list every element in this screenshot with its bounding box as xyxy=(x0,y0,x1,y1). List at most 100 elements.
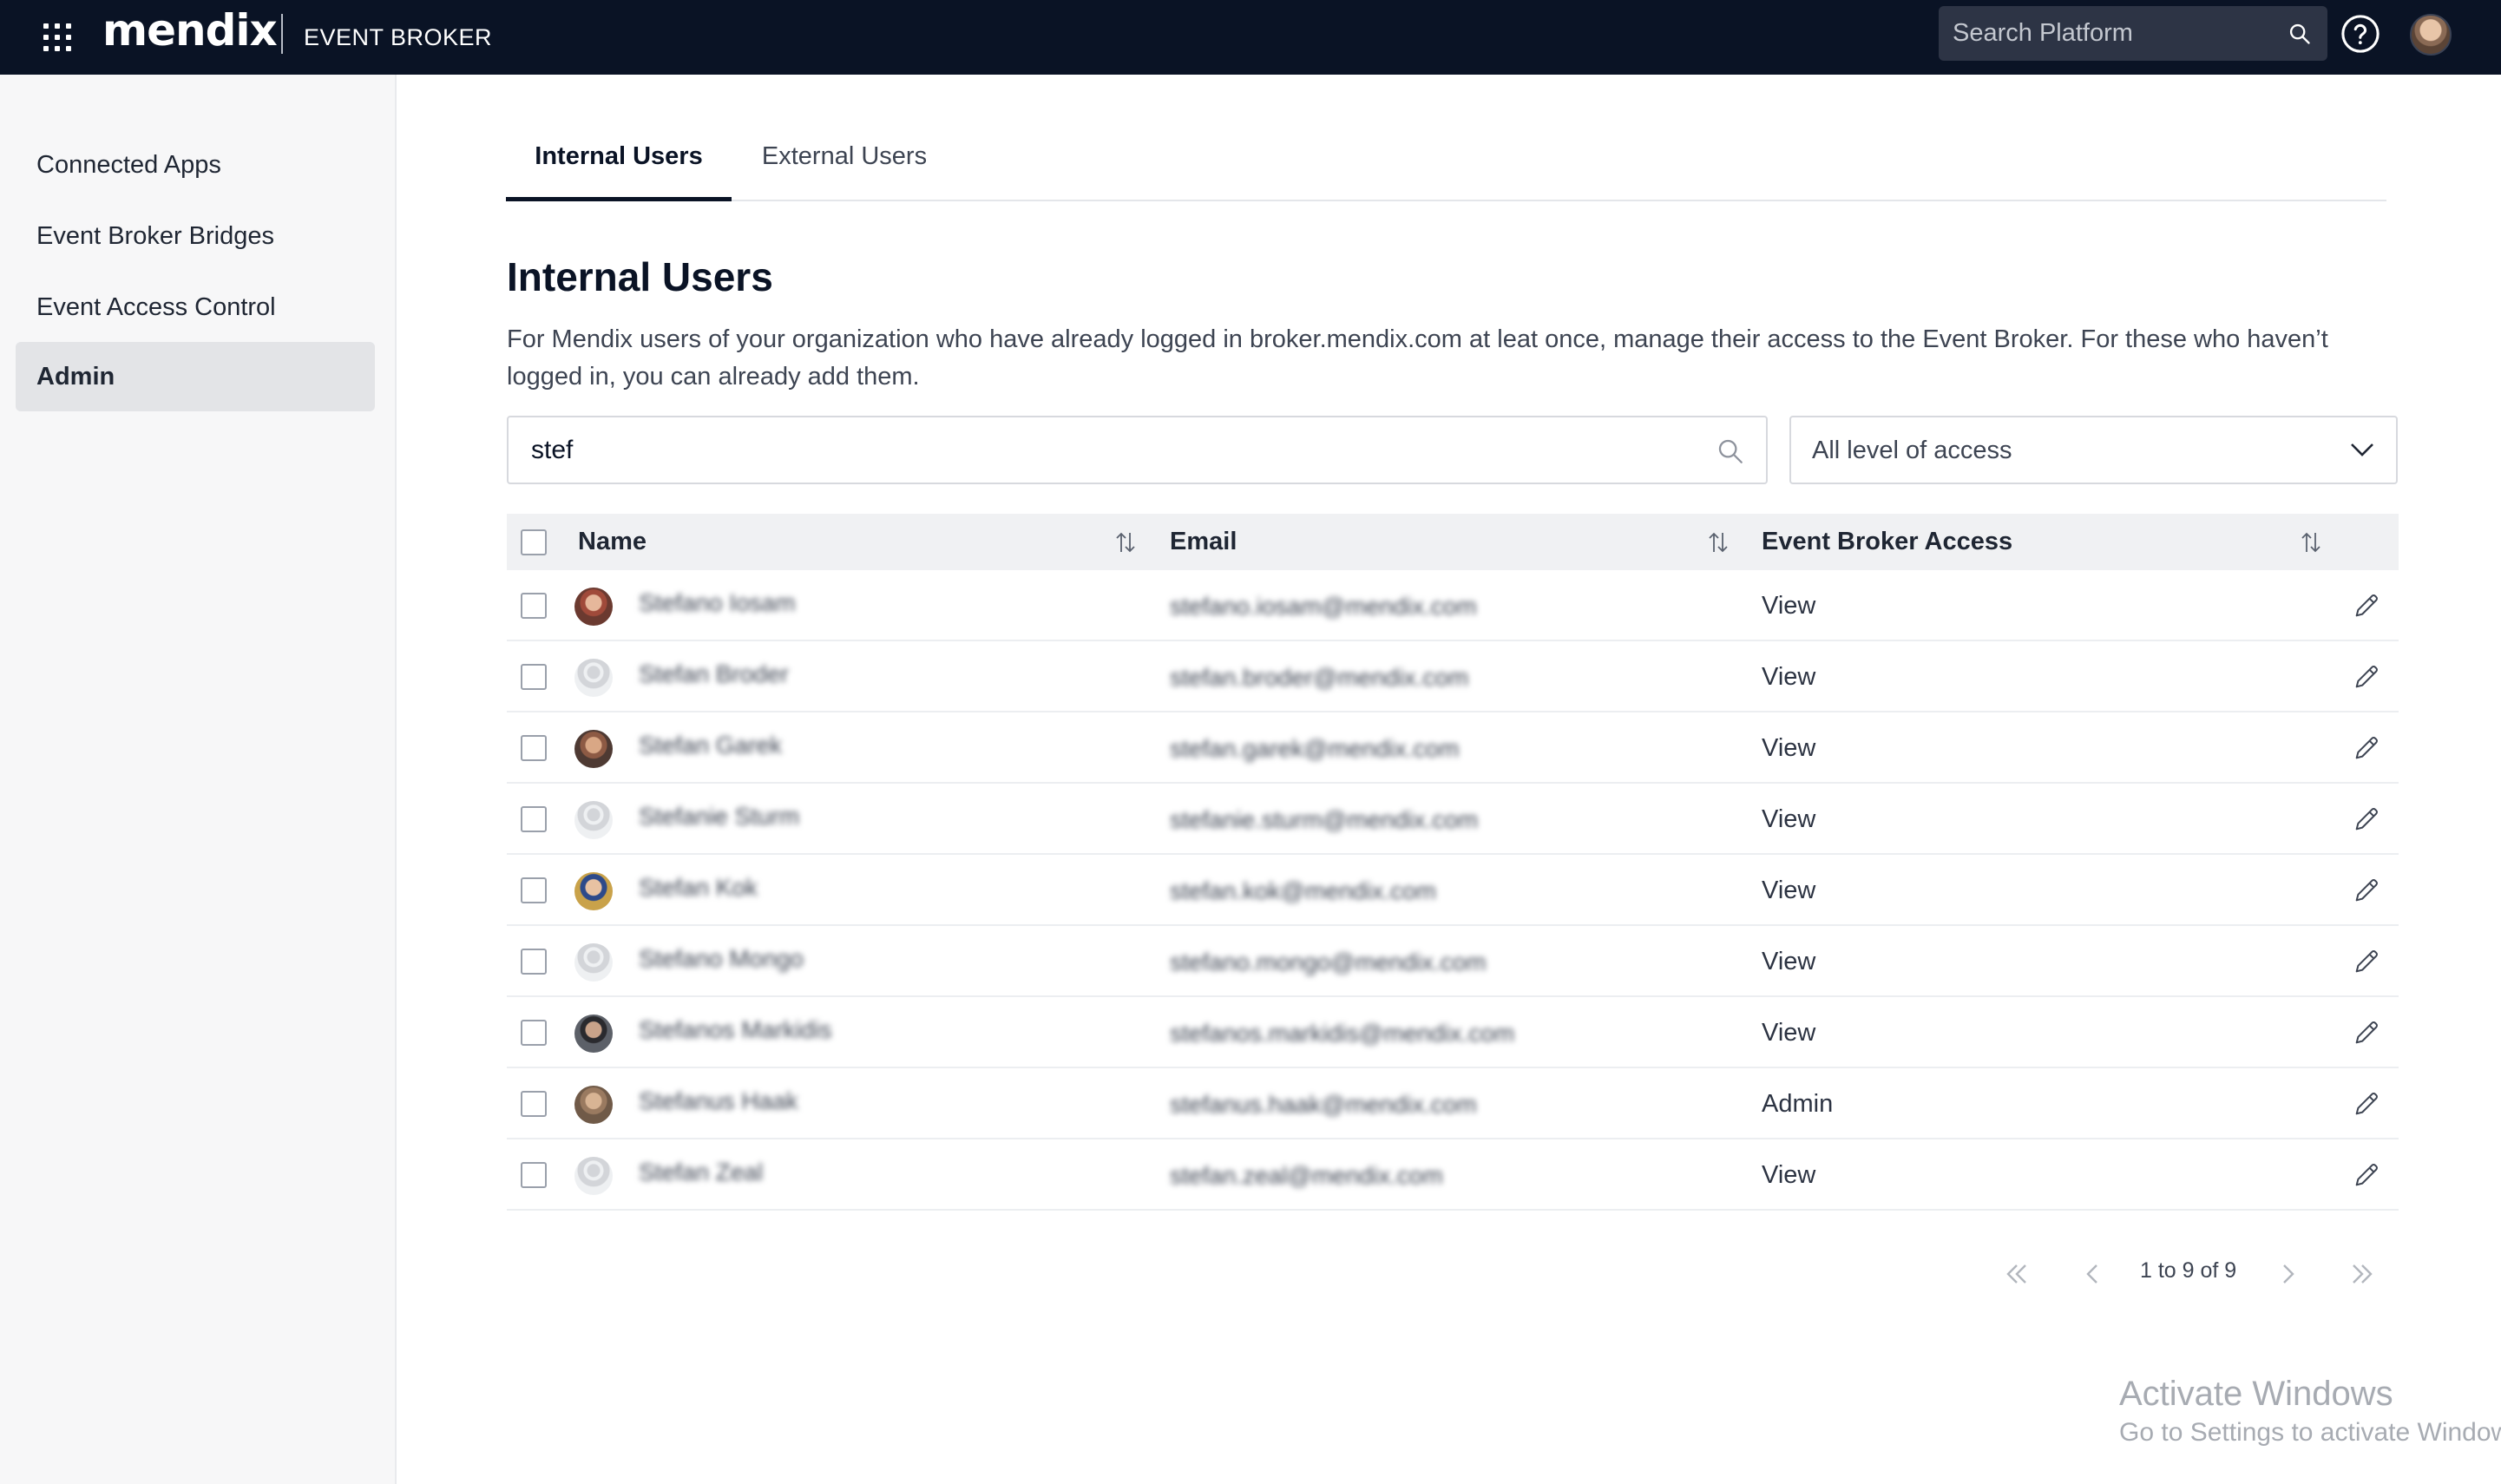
first-page-icon[interactable] xyxy=(1998,1255,2036,1293)
user-email: stefanos.markidis@mendix.com xyxy=(1170,1020,1515,1047)
sidebar-item-event-access-control[interactable]: Event Access Control xyxy=(16,273,375,342)
activation-watermark-subtitle: Go to Settings to activate Windows. xyxy=(2119,1418,2501,1447)
activation-watermark-title: Activate Windows xyxy=(2119,1375,2393,1413)
user-name: Stefan Kok xyxy=(639,874,758,901)
user-name: Stefan Broder xyxy=(639,660,789,687)
access-level: View xyxy=(1762,1019,1816,1047)
table-row[interactable]: Stefanos Markidis stefanos.markidis@mendi… xyxy=(507,997,2399,1068)
row-checkbox[interactable] xyxy=(521,1162,547,1188)
sidebar-item-connected-apps[interactable]: Connected Apps xyxy=(16,130,375,200)
row-checkbox[interactable] xyxy=(521,664,547,690)
table-row[interactable]: Stefanie Sturm stefanie.sturm@mendix.com V… xyxy=(507,784,2399,855)
user-avatar xyxy=(574,1015,613,1053)
column-header-name[interactable]: Name xyxy=(578,514,647,570)
user-email: stefan.kok@mendix.com xyxy=(1170,877,1436,904)
user-email: stefano.mongo@mendix.com xyxy=(1170,949,1487,975)
user-search-input[interactable] xyxy=(509,417,1766,483)
search-platform-field[interactable] xyxy=(1939,6,2327,61)
tab-internal-users[interactable]: Internal Users xyxy=(506,123,732,201)
last-page-icon[interactable] xyxy=(2343,1255,2381,1293)
edit-icon[interactable] xyxy=(2352,804,2381,834)
brand-logo[interactable]: mendix xyxy=(102,5,278,56)
table-row[interactable]: Stefan Garek stefan.garek@mendix.com View xyxy=(507,712,2399,784)
chevron-down-icon xyxy=(2351,443,2373,456)
user-avatar xyxy=(574,1157,613,1195)
table-row[interactable]: Stefano Iosam stefano.iosam@mendix.com Vie… xyxy=(507,570,2399,641)
user-email: stefano.iosam@mendix.com xyxy=(1170,593,1477,620)
table-row[interactable]: Stefanus Haak stefanus.haak@mendix.com Adm… xyxy=(507,1068,2399,1139)
search-icon[interactable] xyxy=(2288,22,2312,46)
edit-icon[interactable] xyxy=(2352,1018,2381,1047)
user-name: Stefanie Sturm xyxy=(639,803,800,830)
page-title: Internal Users xyxy=(507,254,773,299)
row-checkbox[interactable] xyxy=(521,949,547,975)
user-email: stefan.broder@mendix.com xyxy=(1170,664,1469,691)
edit-icon[interactable] xyxy=(2352,733,2381,763)
table-row[interactable]: Stefan Broder stefan.broder@mendix.com Vie… xyxy=(507,641,2399,712)
user-name: Stefano Iosam xyxy=(639,589,796,616)
access-level: View xyxy=(1762,1161,1816,1189)
column-header-email[interactable]: Email xyxy=(1170,514,1237,570)
sidebar-item-event-broker-bridges[interactable]: Event Broker Bridges xyxy=(16,201,375,271)
table-row[interactable]: Stefan Kok stefan.kok@mendix.com View xyxy=(507,855,2399,926)
sort-icon[interactable] xyxy=(1113,529,1139,555)
user-email: stefan.zeal@mendix.com xyxy=(1170,1162,1443,1189)
page-description: For Mendix users of your organization wh… xyxy=(507,325,2328,391)
sidebar: Connected Apps Event Broker Bridges Even… xyxy=(0,75,397,1484)
user-tabs: Internal Users External Users xyxy=(506,123,2386,201)
row-checkbox[interactable] xyxy=(521,806,547,832)
row-checkbox[interactable] xyxy=(521,1091,547,1117)
access-level: View xyxy=(1762,734,1816,762)
access-level: Admin xyxy=(1762,1090,1834,1118)
edit-icon[interactable] xyxy=(2352,662,2381,692)
edit-icon[interactable] xyxy=(2352,947,2381,976)
user-avatar xyxy=(574,730,613,768)
brand-divider xyxy=(281,14,283,54)
search-icon[interactable] xyxy=(1716,437,1745,466)
user-avatar xyxy=(574,588,613,626)
select-all-checkbox[interactable] xyxy=(521,529,547,555)
app-switcher-icon[interactable] xyxy=(43,23,71,51)
product-name: EVENT BROKER xyxy=(304,24,493,50)
access-level: View xyxy=(1762,663,1816,691)
user-avatar[interactable] xyxy=(2410,14,2452,56)
sort-icon[interactable] xyxy=(1705,529,1731,555)
help-icon[interactable] xyxy=(2340,14,2380,54)
edit-icon[interactable] xyxy=(2352,876,2381,905)
column-header-access[interactable]: Event Broker Access xyxy=(1762,514,2012,570)
previous-page-icon[interactable] xyxy=(2074,1255,2112,1293)
user-avatar xyxy=(574,1086,613,1124)
edit-icon[interactable] xyxy=(2352,591,2381,621)
user-avatar xyxy=(574,659,613,697)
row-checkbox[interactable] xyxy=(521,735,547,761)
user-name: Stefanus Haak xyxy=(639,1087,798,1114)
sort-icon[interactable] xyxy=(2298,529,2324,555)
access-level: View xyxy=(1762,948,1816,975)
row-checkbox[interactable] xyxy=(521,877,547,903)
edit-icon[interactable] xyxy=(2352,1089,2381,1119)
table-row[interactable]: Stefano Mongo stefano.mongo@mendix.com Vie… xyxy=(507,926,2399,997)
user-name: Stefanos Markidis xyxy=(639,1016,832,1043)
row-checkbox[interactable] xyxy=(521,1020,547,1046)
user-search-field[interactable] xyxy=(507,416,1768,484)
table-header: Name Email Event Broker Access xyxy=(507,514,2399,570)
user-name: Stefan Zeal xyxy=(639,1159,764,1185)
access-level-select[interactable]: All level of access xyxy=(1789,416,2398,484)
edit-icon[interactable] xyxy=(2352,1160,2381,1190)
next-page-icon[interactable] xyxy=(2268,1255,2307,1293)
table-row[interactable]: Stefan Zeal stefan.zeal@mendix.com View xyxy=(507,1139,2399,1211)
top-bar: mendix EVENT BROKER xyxy=(0,0,2501,75)
user-email: stefanus.haak@mendix.com xyxy=(1170,1091,1477,1118)
access-level-select-value: All level of access xyxy=(1812,437,2012,464)
user-avatar xyxy=(574,872,613,910)
sidebar-item-admin[interactable]: Admin xyxy=(16,342,375,411)
tab-external-users[interactable]: External Users xyxy=(758,123,931,201)
user-name: Stefan Garek xyxy=(639,732,782,758)
search-platform-input[interactable] xyxy=(1939,6,2327,61)
access-level: View xyxy=(1762,805,1816,833)
pagination-info: 1 to 9 of 9 xyxy=(2140,1258,2237,1283)
row-checkbox[interactable] xyxy=(521,593,547,619)
access-level: View xyxy=(1762,877,1816,904)
user-avatar xyxy=(574,943,613,982)
access-level: View xyxy=(1762,592,1816,620)
